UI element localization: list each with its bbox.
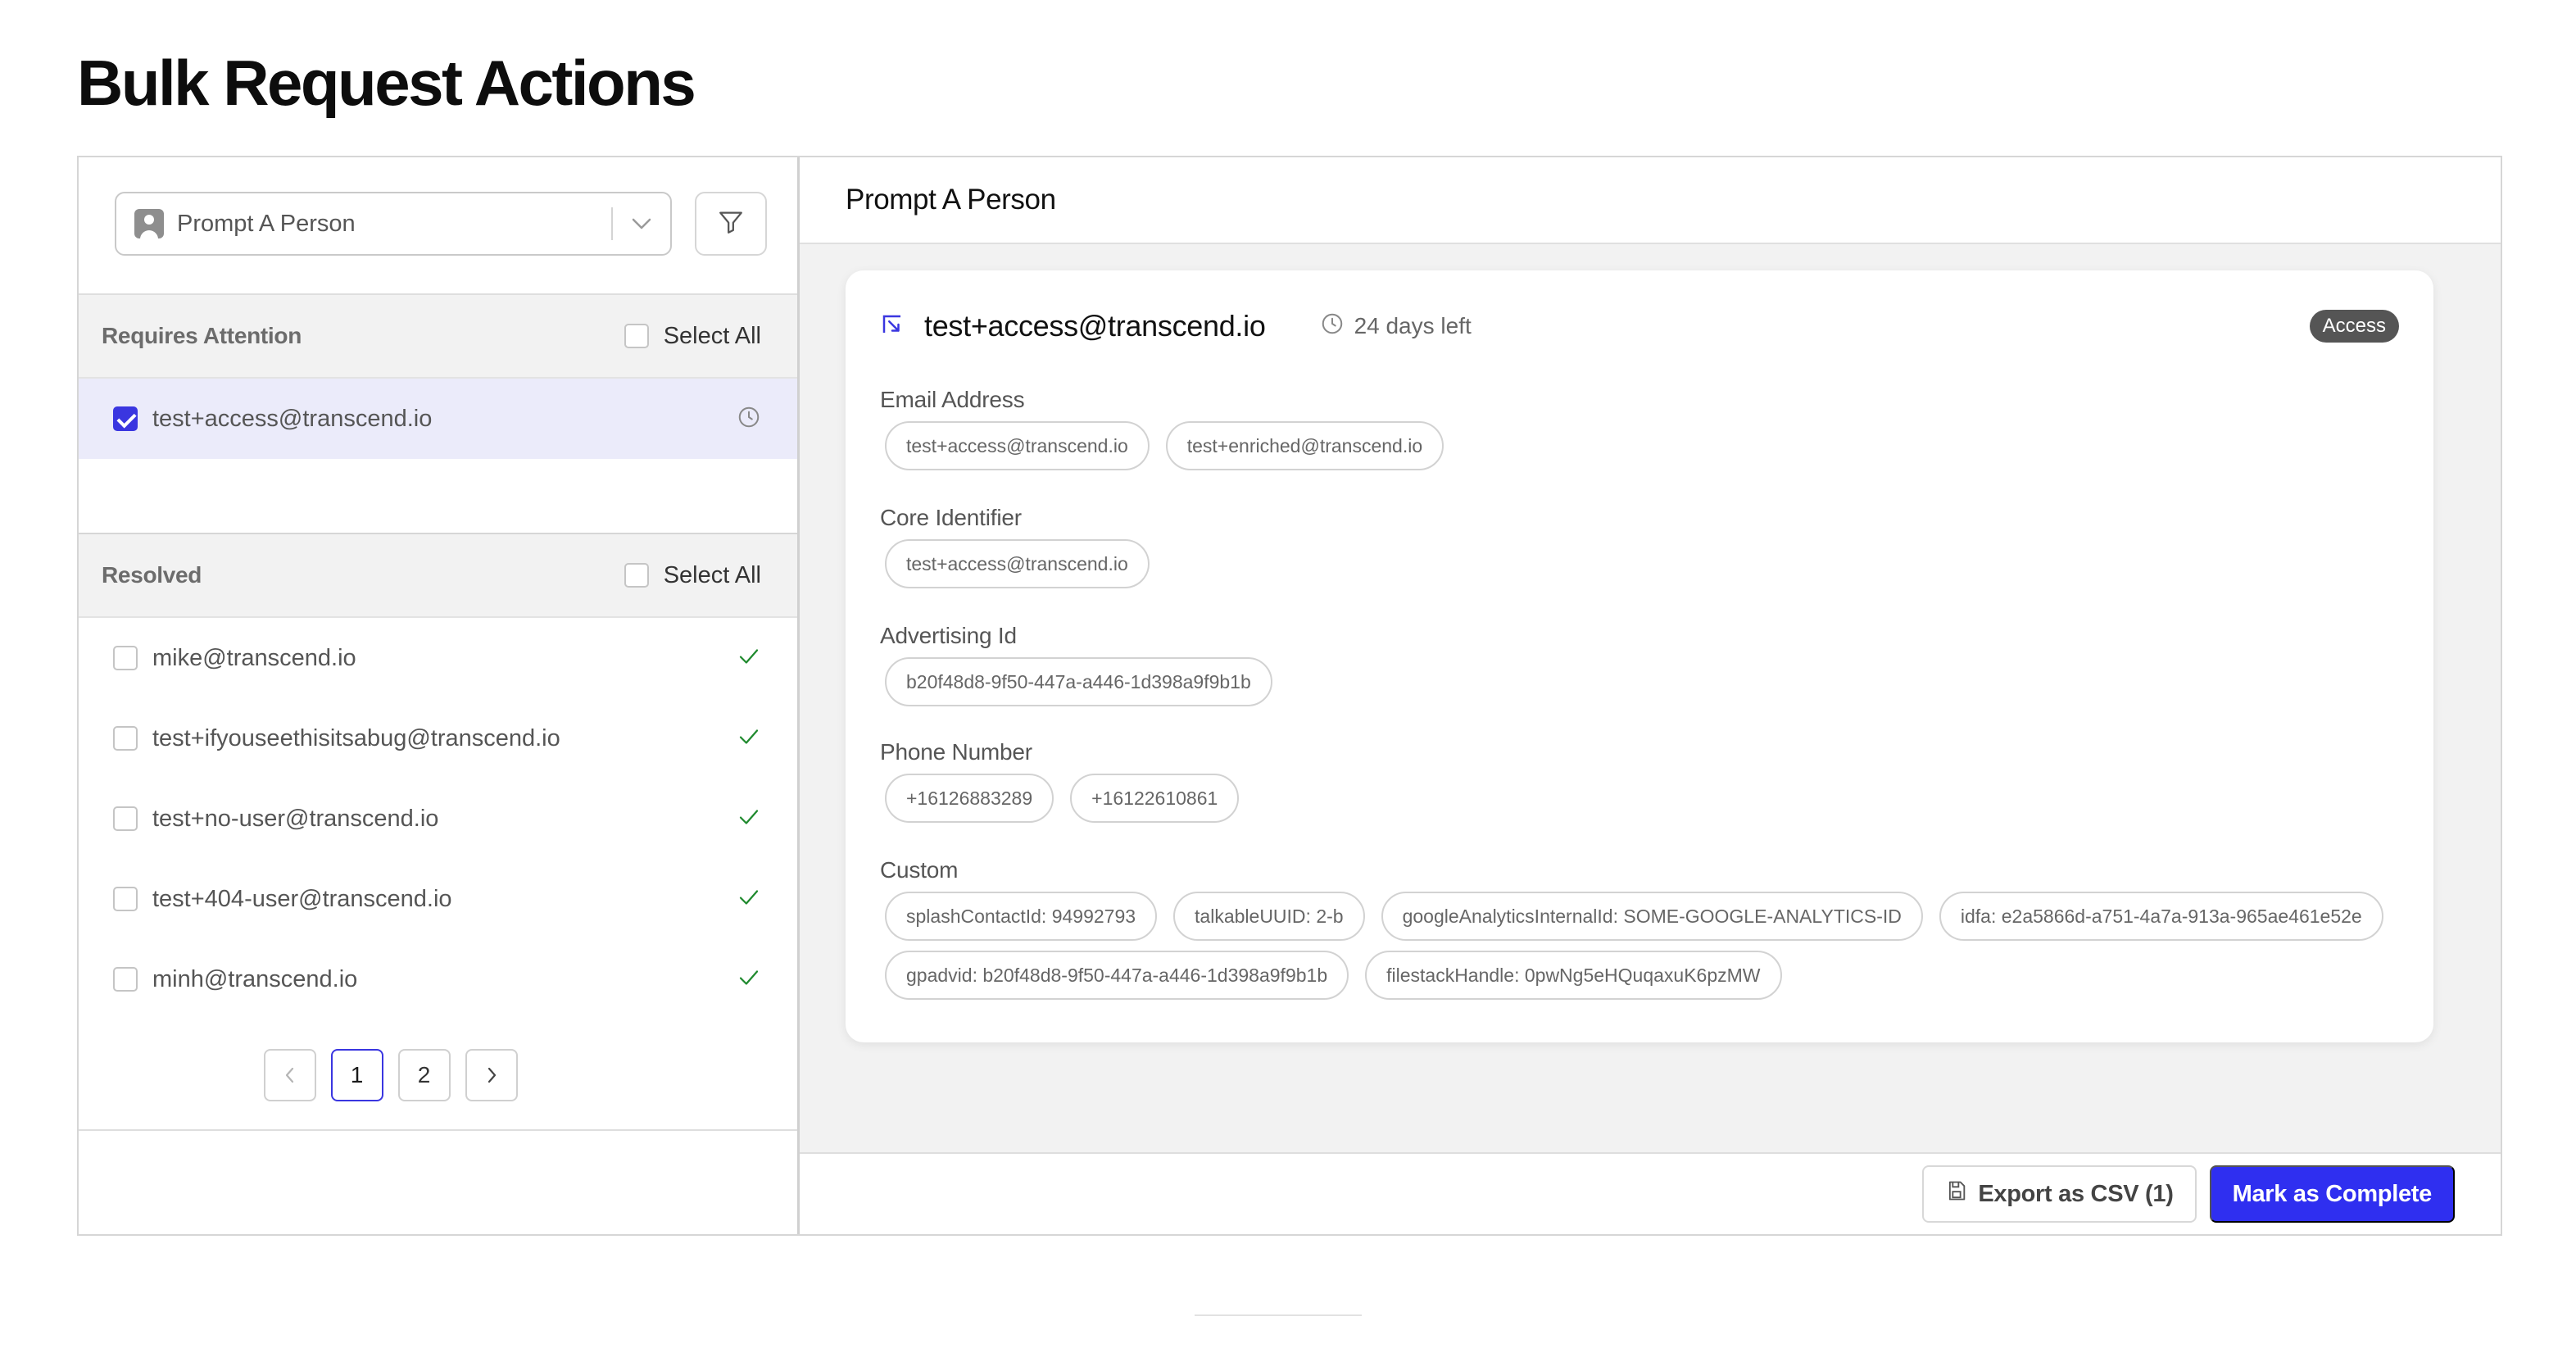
- item-checkbox[interactable]: [113, 406, 138, 431]
- requires-attention-list: test+access@transcend.io: [79, 379, 797, 534]
- identifier-chip: b20f48d8-9f50-447a-a446-1d398a9f9b1b: [885, 657, 1272, 706]
- save-icon: [1945, 1179, 1968, 1209]
- next-page-button[interactable]: [465, 1049, 518, 1101]
- field-label: Advertising Id: [880, 623, 1017, 648]
- request-list-pane: Prompt A Person Requires Attention Selec…: [79, 157, 800, 1234]
- identifier-chip: filestackHandle: 0pwNg5eHQuqaxuK6pzMW: [1365, 951, 1782, 1000]
- resolved-title: Resolved: [102, 562, 202, 588]
- pagination: 1 2: [0, 1049, 797, 1101]
- field-label: Phone Number: [880, 739, 1032, 765]
- field-core-identifier: Core Identifier test+access@transcend.io: [880, 505, 2404, 588]
- request-detail-pane: Prompt A Person test+access@transcend.io…: [800, 157, 2501, 1234]
- chevron-down-icon[interactable]: [613, 193, 670, 254]
- list-item[interactable]: mike@transcend.io: [79, 618, 797, 698]
- list-item[interactable]: test+ifyouseethisitsabug@transcend.io: [79, 698, 797, 779]
- page-button-1[interactable]: 1: [330, 1049, 383, 1101]
- action-type-value: Prompt A Person: [177, 210, 356, 237]
- item-checkbox[interactable]: [113, 646, 138, 670]
- days-left: 24 days left: [1320, 311, 1472, 342]
- divider: [1195, 1314, 1362, 1316]
- identifier-chip: test+access@transcend.io: [885, 421, 1150, 470]
- list-item[interactable]: minh@transcend.io: [79, 939, 797, 1019]
- list-item[interactable]: test+access@transcend.io: [79, 379, 797, 459]
- item-checkbox[interactable]: [113, 806, 138, 831]
- select-all-label: Select All: [663, 322, 761, 349]
- resolved-list: mike@transcend.io test+ifyouseethisitsab…: [79, 618, 797, 1019]
- external-link-icon[interactable]: [880, 312, 905, 341]
- page-title: Bulk Request Actions: [77, 47, 696, 119]
- request-card-header: test+access@transcend.io 24 days left Ac…: [880, 302, 2399, 351]
- identifier-chip: googleAnalyticsInternalId: SOME-GOOGLE-A…: [1381, 892, 1923, 941]
- field-label: Core Identifier: [880, 505, 1022, 530]
- identifier-chip: idfa: e2a5866d-a751-4a7a-913a-965ae461e5…: [1939, 892, 2383, 941]
- requires-attention-title: Requires Attention: [102, 323, 302, 348]
- field-phone-number: Phone Number +16126883289 +16122610861: [880, 739, 2404, 823]
- field-email-address: Email Address test+access@transcend.io t…: [880, 387, 2404, 470]
- item-email: mike@transcend.io: [152, 644, 356, 671]
- clock-icon: [1320, 311, 1345, 342]
- identifier-chip: test+access@transcend.io: [885, 539, 1150, 588]
- mark-complete-button[interactable]: Mark as Complete: [2209, 1165, 2455, 1223]
- field-label: Custom: [880, 857, 959, 883]
- item-checkbox[interactable]: [113, 967, 138, 992]
- item-email: test+access@transcend.io: [152, 405, 433, 432]
- request-email: test+access@transcend.io: [924, 309, 1266, 343]
- days-left-label: 24 days left: [1354, 313, 1472, 338]
- resolved-select-all[interactable]: Select All: [624, 562, 761, 589]
- list-toolbar: Prompt A Person: [79, 157, 797, 295]
- requires-attention-header: Requires Attention Select All: [79, 295, 797, 379]
- field-custom: Custom splashContactId: 94992793 talkabl…: [880, 857, 2404, 1000]
- export-csv-label: Export as CSV (1): [1978, 1180, 2174, 1207]
- item-email: test+404-user@transcend.io: [152, 885, 452, 912]
- action-type-select[interactable]: Prompt A Person: [115, 192, 672, 256]
- identifier-chip: talkableUUID: 2-b: [1173, 892, 1365, 941]
- item-email: test+no-user@transcend.io: [152, 805, 439, 832]
- identifier-chip: splashContactId: 94992793: [885, 892, 1158, 941]
- person-icon: [134, 209, 164, 238]
- check-icon: [737, 965, 761, 994]
- select-all-checkbox[interactable]: [624, 563, 649, 588]
- list-item[interactable]: test+no-user@transcend.io: [79, 779, 797, 859]
- action-footer: Export as CSV (1) Mark as Complete: [800, 1152, 2501, 1234]
- identifier-chip: +16122610861: [1070, 774, 1240, 823]
- filter-icon: [717, 208, 745, 240]
- resolved-header: Resolved Select All: [79, 534, 797, 618]
- divider: [79, 1129, 797, 1131]
- list-item[interactable]: test+404-user@transcend.io: [79, 859, 797, 939]
- prev-page-button[interactable]: [263, 1049, 316, 1101]
- item-checkbox[interactable]: [113, 726, 138, 751]
- page-button-2[interactable]: 2: [397, 1049, 451, 1101]
- field-label: Email Address: [880, 387, 1025, 412]
- field-advertising-id: Advertising Id b20f48d8-9f50-447a-a446-1…: [880, 623, 2404, 706]
- check-icon: [737, 805, 761, 833]
- clock-icon: [737, 405, 761, 434]
- identifier-chip: +16126883289: [885, 774, 1054, 823]
- filter-button[interactable]: [695, 192, 767, 256]
- item-email: minh@transcend.io: [152, 965, 358, 992]
- check-icon: [737, 644, 761, 673]
- request-type-badge: Access: [2309, 310, 2399, 343]
- check-icon: [737, 885, 761, 914]
- bulk-actions-panel: Prompt A Person Requires Attention Selec…: [77, 156, 2502, 1236]
- requires-attention-select-all[interactable]: Select All: [624, 323, 761, 350]
- select-all-checkbox[interactable]: [624, 324, 649, 348]
- check-icon: [737, 724, 761, 753]
- item-checkbox[interactable]: [113, 887, 138, 911]
- request-card: test+access@transcend.io 24 days left Ac…: [846, 270, 2433, 1042]
- identifier-chip: test+enriched@transcend.io: [1165, 421, 1444, 470]
- export-csv-button[interactable]: Export as CSV (1): [1922, 1165, 2197, 1223]
- select-all-label: Select All: [663, 561, 761, 588]
- detail-header-title: Prompt A Person: [800, 157, 2501, 244]
- item-email: test+ifyouseethisitsabug@transcend.io: [152, 724, 560, 751]
- identifier-chip: gpadvid: b20f48d8-9f50-447a-a446-1d398a9…: [885, 951, 1349, 1000]
